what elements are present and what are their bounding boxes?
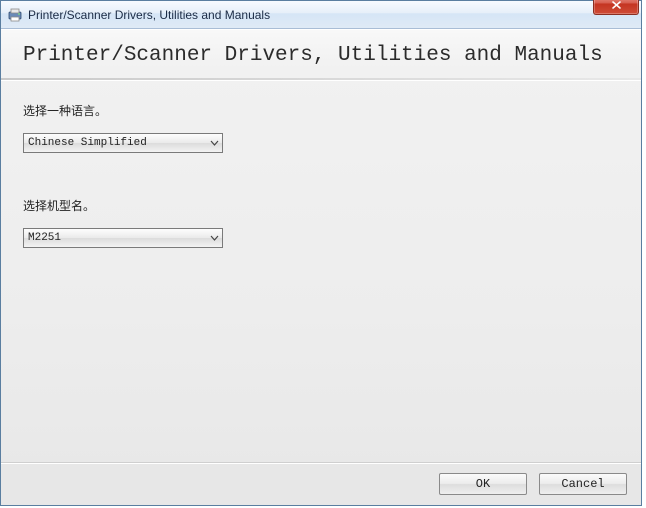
language-label: 选择一种语言。 xyxy=(23,102,641,119)
language-select[interactable]: Chinese Simplified xyxy=(23,133,223,153)
model-select[interactable]: M2251 xyxy=(23,228,223,248)
window-title: Printer/Scanner Drivers, Utilities and M… xyxy=(28,8,593,22)
app-icon xyxy=(7,7,23,23)
ok-button[interactable]: OK xyxy=(439,473,527,495)
titlebar: Printer/Scanner Drivers, Utilities and M… xyxy=(1,1,641,29)
cancel-button[interactable]: Cancel xyxy=(539,473,627,495)
close-button[interactable] xyxy=(593,0,639,15)
page-title: Printer/Scanner Drivers, Utilities and M… xyxy=(1,30,641,78)
close-icon xyxy=(611,0,622,10)
language-select-value: Chinese Simplified xyxy=(24,137,206,149)
model-select-value: M2251 xyxy=(24,232,206,244)
chevron-down-icon xyxy=(206,134,222,152)
form-body: 选择一种语言。 Chinese Simplified 选择机型名。 M2251 xyxy=(1,80,641,462)
dialog-footer: OK Cancel xyxy=(1,462,641,505)
model-label: 选择机型名。 xyxy=(23,197,641,214)
chevron-down-icon xyxy=(206,229,222,247)
client-area: Printer/Scanner Drivers, Utilities and M… xyxy=(1,29,641,505)
dialog-window: Printer/Scanner Drivers, Utilities and M… xyxy=(0,0,642,506)
